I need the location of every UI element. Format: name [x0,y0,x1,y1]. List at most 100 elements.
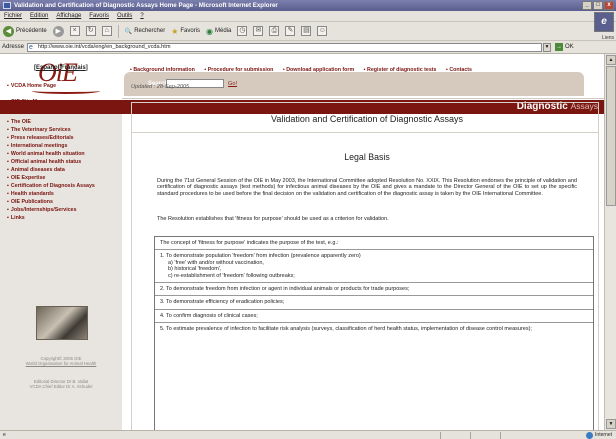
zone-label: Internet [595,432,612,438]
sidebar-item-vcda-home[interactable]: ▪ VCDA Home Page [7,83,56,89]
box-item-5: 5. To estimate prevalence of infection t… [160,326,532,333]
sidebar-item-label: OIE Publications [10,199,53,205]
discuss-icon[interactable]: ▤ [301,26,312,36]
menu-help[interactable]: ? [140,11,143,21]
status-bar: e Internet [0,430,616,439]
page-title: Validation and Certification of Diagnost… [271,114,463,124]
search-label: Rechercher [134,28,166,34]
editor-block: Editorial Director Dr B. Vallat VCDA Chi… [2,379,120,390]
page-viewport: OiE Search Go! Diagnostic Assays [Españo… [0,54,604,430]
address-bar: Adresse e http://www.oie.int/vcda/eng/en… [0,41,616,54]
sidebar-item-veterinary-services[interactable]: ▪ The Veterinary Services [7,127,71,133]
stop-icon[interactable]: × [69,26,80,36]
lang-fr-link[interactable]: Français [61,65,86,71]
edit-icon[interactable]: ✎ [285,26,296,36]
minimize-button[interactable]: _ [582,1,592,10]
status-page-icon: e [3,432,6,438]
nav-procedure[interactable]: ▪ Procedure for submission [204,67,277,73]
nav-label: Register of diagnostic tests [367,67,437,73]
fitness-purpose-box: The concept of 'fitness for purpose' ind… [154,236,594,430]
window-controls: _ □ x [582,1,614,10]
toolbar-separator [117,24,119,38]
links-label[interactable]: Liens [602,35,614,41]
nav-label: Background information [133,67,195,73]
box-divider [155,322,593,324]
scroll-thumb[interactable] [606,66,616,206]
sidebar-item-health-standards[interactable]: ▪ Health standards [7,191,54,197]
mail-icon[interactable]: ✉ [253,26,264,36]
box-item-4: 4. To confirm diagnosis of clinical case… [160,312,258,319]
oie-name-link[interactable]: World Organisation for Animal Health [2,361,120,366]
sidebar-item-oie-expertise[interactable]: ▪ OIE Expertise [7,175,45,181]
sidebar-item-official-status[interactable]: ▪ Official animal health status [7,159,81,165]
sidebar-item-site-map[interactable]: ▪ OIE Site Map [7,99,43,105]
sidebar-item-label: Press releases/Editorials [10,135,74,141]
copyright-block: Copyright© 2005 OIE World Organisation f… [2,356,120,367]
forward-button[interactable]: ▶ [52,25,64,37]
home-icon[interactable]: ⌂ [101,26,112,36]
section-heading: Legal Basis [344,152,390,162]
vertical-scrollbar[interactable]: ▲ ▼ [604,54,616,430]
sidebar-item-press-releases[interactable]: ▪ Press releases/Editorials [7,135,74,141]
sidebar-item-certification[interactable]: ▪ Certification of Diagnosis Assays [7,183,95,189]
close-button[interactable]: x [604,1,614,10]
sidebar-item-links[interactable]: ▪ Links [7,215,25,221]
box-intro: The concept of 'fitness for purpose' ind… [160,240,339,246]
scroll-down-icon[interactable]: ▼ [606,419,616,429]
maximize-button[interactable]: □ [593,1,603,10]
nav-label: Contacts [449,67,473,73]
nav-register[interactable]: ▪ Register of diagnostic tests [364,67,441,73]
nav-background[interactable]: ▪ Background information [130,67,199,73]
nav-download[interactable]: ▪ Download application form [283,67,358,73]
scroll-up-icon[interactable]: ▲ [606,55,616,65]
sidebar-item-animal-diseases-data[interactable]: ▪ Animal diseases data [7,167,65,173]
favorites-label: Favoris [180,28,201,34]
updated-date: Updated : 28-Sep-2005 [131,84,190,90]
sidebar-item-label: OIE Site Map [10,99,44,105]
sidebar-item-world-animal-health[interactable]: ▪ World animal health situation [7,151,85,157]
criterion-paragraph: The Resolution establishes that 'fitness… [157,216,389,222]
media-label: Média [215,28,232,34]
nav-contacts[interactable]: ▪ Contacts [446,67,476,73]
go-button[interactable]: → OK [555,43,574,51]
window-title: Validation and Certification of Diagnost… [14,2,278,9]
divider [122,98,604,99]
sidebar-item-label: Certification of Diagnosis Assays [10,183,95,189]
menu-edition[interactable]: Edition [30,11,48,21]
sidebar-item-label: VCDA Home Page [10,83,57,89]
browser-toolbar: ◀ Précédente ▶ × ↻ ⌂ 🔍 Rechercher ★ Favo… [0,22,616,41]
menu-affichage[interactable]: Affichage [56,11,81,21]
print-icon[interactable]: ⎙ [269,26,280,36]
media-icon: ◉ [206,26,214,36]
intro-paragraph: During the 71st General Session of the O… [157,178,577,197]
address-input[interactable]: e http://www.oie.int/vcda/eng/en_backgro… [27,42,543,52]
sidebar-photo [36,306,88,340]
star-icon: ★ [171,26,179,36]
menu-outils[interactable]: Outils [117,11,132,21]
search-button[interactable]: 🔍 Rechercher [125,28,166,35]
sidebar-item-label: Jobs/Internships/Services [10,207,77,213]
menu-bar: Fichier Edition Affichage Favoris Outils… [0,11,616,22]
menu-favoris[interactable]: Favoris [89,11,109,21]
back-arrow-icon: ◀ [3,25,14,37]
address-dropdown-icon[interactable]: ▼ [543,42,552,52]
site-search-go-link[interactable]: Go! [228,81,237,87]
menu-fichier[interactable]: Fichier [4,11,22,21]
media-button[interactable]: ◉ Média [206,27,231,36]
sidebar-item-oie-publications[interactable]: ▪ OIE Publications [7,199,53,205]
status-divider [440,432,441,439]
messenger-icon[interactable]: ☺ [317,26,328,36]
box-divider [155,295,593,297]
history-icon[interactable]: ◷ [237,26,248,36]
lang-es-link[interactable]: Español [36,65,59,71]
back-button[interactable]: ◀ Précédente [3,25,47,37]
chief-editor: VCDA Chief Editor Dr A. Schudel [29,384,93,390]
box-item-3: 3. To demonstrate efficiency of eradicat… [160,299,285,306]
window-titlebar: Validation and Certification of Diagnost… [0,0,616,11]
sidebar-item-jobs[interactable]: ▪ Jobs/Internships/Services [7,207,77,213]
language-switch: [Español|Français] [34,65,88,71]
sidebar-item-international-meetings[interactable]: ▪ International meetings [7,143,67,149]
refresh-icon[interactable]: ↻ [85,26,96,36]
favorites-button[interactable]: ★ Favoris [171,27,200,36]
box-divider [155,249,593,251]
